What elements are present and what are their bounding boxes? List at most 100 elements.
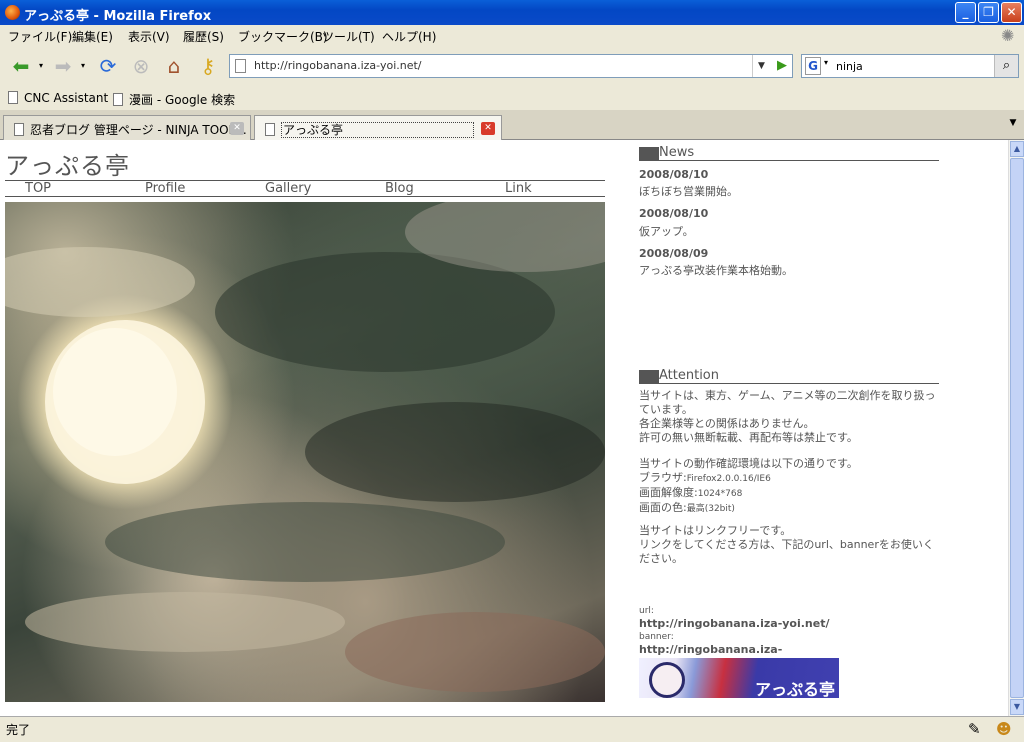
menu-bar: ファイル(F) 編集(E) 表示(V) 履歴(S) ブックマーク(B) ツール(…	[0, 25, 1024, 46]
bookmark-label: 漫画 - Google 検索	[129, 93, 236, 107]
attention-heading: Attention	[659, 368, 719, 383]
page-icon	[8, 91, 18, 104]
page-icon	[265, 123, 275, 136]
go-icon[interactable]: ▶	[771, 55, 793, 77]
address-bar[interactable]: http://ringobanana.iza-yoi.net/ ▼ ▶	[229, 54, 793, 78]
site-banner-image[interactable]: アっぷる亭	[639, 658, 839, 698]
maximize-button[interactable]: ❐	[978, 2, 999, 23]
header-block	[639, 370, 659, 383]
url-text[interactable]: http://ringobanana.iza-yoi.net/	[254, 59, 422, 72]
attention-line: 各企業様等との関係はありません。	[639, 417, 815, 430]
attention-para-3: 当サイトはリンクフリーです。 リンクをしてくださる方は、下記のurl、banne…	[639, 524, 937, 566]
news-date: 2008/08/09	[639, 247, 709, 260]
addon-face-icon[interactable]: ☻	[996, 720, 1012, 738]
forward-arrow-icon[interactable]: ➡	[48, 52, 78, 80]
attention-line: 許可の無い無断転載、再配布等は禁止です。	[639, 431, 858, 444]
menu-file[interactable]: ファイル(F)	[8, 28, 72, 45]
url-dropdown-icon[interactable]: ▼	[752, 55, 770, 77]
attention-line: 当サイトは、東方、ゲーム、アニメ等の二次創作を取り扱っています。	[639, 389, 936, 416]
news-text: ぼちぼち営業開始。	[639, 185, 738, 198]
browser-value: Firefox2.0.0.16/IE6	[686, 474, 771, 484]
home-icon[interactable]: ⌂	[160, 52, 188, 80]
window-title: アっぷる亭 - Mozilla Firefox	[24, 9, 212, 24]
close-tab-icon[interactable]: ✕	[481, 122, 495, 135]
news-text: 仮アップ。	[639, 225, 694, 238]
attention-para-1: 当サイトは、東方、ゲーム、アニメ等の二次創作を取り扱っています。 各企業様等との…	[639, 389, 937, 445]
nav-top[interactable]: TOP	[25, 181, 51, 196]
cloud-overlay	[5, 202, 605, 692]
site-nav: TOP Profile Gallery Blog Link	[5, 180, 605, 197]
tab-label: アっぷる亭	[281, 122, 475, 138]
reload-icon[interactable]: ⟳	[94, 52, 122, 80]
bookmarks-toolbar: CNC Assistant 漫画 - Google 検索	[0, 86, 1024, 110]
page-content: アっぷる亭 TOP Profile Gallery Blog Link News…	[0, 140, 1008, 716]
back-dropdown-icon[interactable]: ▾	[36, 52, 46, 80]
search-bar[interactable]: G ▾ ninja ⌕	[801, 54, 1019, 78]
color-value: 最高(32bit)	[686, 504, 735, 514]
attention-line: 当サイトはリンクフリーです。	[639, 524, 792, 537]
menu-tools[interactable]: ツール(T)	[322, 28, 375, 45]
vertical-scrollbar[interactable]: ▲ ▼	[1008, 140, 1024, 716]
nav-link[interactable]: Link	[505, 181, 532, 196]
page-icon	[113, 93, 123, 106]
browser-window: アっぷる亭 - Mozilla Firefox _ ❐ ✕ ファイル(F) 編集…	[0, 0, 1024, 742]
color-label: 画面の色:	[639, 501, 687, 514]
news-text: アっぷる亭改装作業本格始動。	[639, 264, 793, 277]
tab-ninja-blog[interactable]: 忍者ブログ 管理ページ - NINJA TOOL... ✕	[3, 115, 251, 140]
scroll-up-icon[interactable]: ▲	[1010, 141, 1024, 157]
bookmark-cnc-assistant[interactable]: CNC Assistant	[8, 91, 108, 105]
news-header: News	[639, 145, 939, 161]
news-date: 2008/08/10	[639, 207, 709, 220]
menu-bookmarks[interactable]: ブックマーク(B)	[238, 28, 328, 45]
menu-history[interactable]: 履歴(S)	[183, 28, 224, 45]
menu-view[interactable]: 表示(V)	[128, 28, 170, 45]
status-text: 完了	[6, 723, 31, 737]
minimize-button[interactable]: _	[955, 2, 976, 23]
back-arrow-icon[interactable]: ⬅	[4, 52, 38, 80]
edit-pencil-icon[interactable]: ✎	[968, 720, 981, 738]
right-column: News 2008/08/10 ぼちぼち営業開始。 2008/08/10 仮アッ…	[639, 140, 939, 716]
forward-dropdown-icon[interactable]: ▾	[78, 52, 88, 80]
bookmark-manga-google[interactable]: 漫画 - Google 検索	[113, 91, 235, 108]
browser-label: ブラウザ:	[639, 471, 687, 484]
menu-help[interactable]: ヘルプ(H)	[382, 28, 436, 45]
title-bar: アっぷる亭 - Mozilla Firefox _ ❐ ✕	[0, 0, 1024, 25]
close-tab-icon[interactable]: ✕	[230, 122, 244, 135]
nav-gallery[interactable]: Gallery	[265, 181, 311, 196]
throbber-icon: ✺	[1001, 26, 1015, 45]
status-bar: 完了 ✎ ☻	[0, 716, 1024, 742]
moon-cloud-image	[5, 202, 605, 702]
scroll-down-icon[interactable]: ▼	[1010, 699, 1024, 715]
search-input[interactable]: ninja	[836, 60, 863, 73]
scroll-thumb[interactable]	[1010, 158, 1024, 698]
search-icon[interactable]: ⌕	[994, 55, 1018, 77]
engine-dropdown-icon[interactable]: ▾	[824, 58, 828, 67]
attention-line: 当サイトの動作確認環境は以下の通りです。	[639, 457, 858, 470]
nav-blog[interactable]: Blog	[385, 181, 414, 196]
key-icon[interactable]: ⚷	[194, 52, 222, 80]
resolution-label: 画面解像度:	[639, 486, 698, 499]
page-icon	[14, 123, 24, 136]
close-button[interactable]: ✕	[1001, 2, 1022, 23]
banner-label: banner:	[639, 632, 674, 642]
news-heading: News	[659, 145, 695, 160]
bookmark-label: CNC Assistant	[24, 91, 109, 105]
resolution-value: 1024*768	[697, 489, 743, 499]
url-value[interactable]: http://ringobanana.iza-yoi.net/	[639, 617, 830, 630]
attention-header: Attention	[639, 368, 939, 384]
attention-line: リンクをしてくださる方は、下記のurl、bannerをお使いください。	[639, 538, 934, 565]
character-face	[649, 662, 685, 698]
google-engine-icon[interactable]: G	[805, 57, 821, 75]
page-icon	[235, 59, 246, 73]
stop-icon[interactable]: ⊗	[128, 52, 154, 80]
attention-para-2: 当サイトの動作確認環境は以下の通りです。 ブラウザ:Firefox2.0.0.1…	[639, 457, 937, 516]
nav-profile[interactable]: Profile	[145, 181, 185, 196]
tab-list-dropdown-icon[interactable]: ▼	[1006, 118, 1020, 134]
tab-label: 忍者ブログ 管理ページ - NINJA TOOL...	[30, 123, 247, 137]
tab-bar: 忍者ブログ 管理ページ - NINJA TOOL... ✕ アっぷる亭 ✕ ▼	[0, 110, 1024, 140]
firefox-icon	[5, 5, 20, 20]
news-date: 2008/08/10	[639, 168, 709, 181]
header-block	[639, 147, 659, 160]
tab-apple-tei[interactable]: アっぷる亭 ✕	[254, 115, 502, 140]
menu-edit[interactable]: 編集(E)	[72, 28, 113, 45]
